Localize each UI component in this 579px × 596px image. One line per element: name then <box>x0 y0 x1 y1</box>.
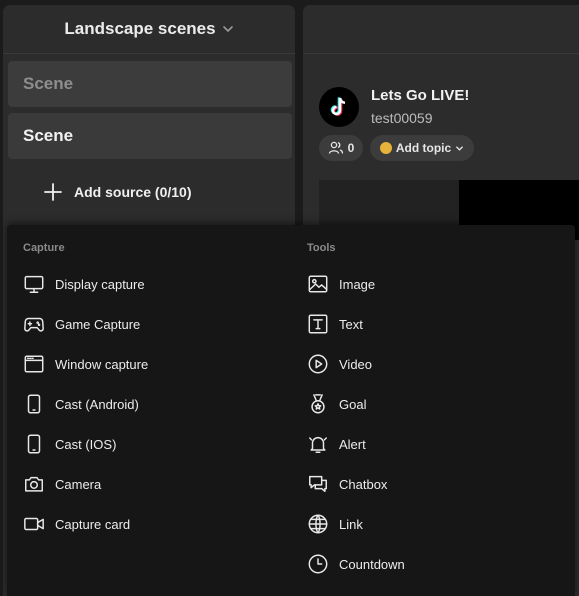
image-icon <box>308 275 328 293</box>
menu-item-label: Countdown <box>339 556 405 572</box>
window-icon <box>24 355 44 373</box>
scene-item-selected[interactable]: Scene <box>8 113 292 159</box>
menu-item-display-capture[interactable]: Display capture <box>23 269 273 299</box>
menu-item-chatbox[interactable]: Chatbox <box>307 469 557 499</box>
scene-item[interactable]: Scene <box>8 61 292 107</box>
camera-icon <box>25 476 43 492</box>
gamepad-icon <box>24 317 44 332</box>
menu-item-countdown[interactable]: Countdown <box>307 549 557 579</box>
menu-item-label: Chatbox <box>339 476 388 492</box>
menu-item-cast-ios[interactable]: Cast (IOS) <box>23 429 273 459</box>
stream-username: test00059 <box>371 110 433 126</box>
chevron-down-icon <box>456 145 464 151</box>
tools-section-label: Tools <box>307 242 336 254</box>
add-topic-button[interactable]: Add topic <box>370 135 474 161</box>
scene-item-label: Scene <box>23 74 74 93</box>
menu-item-label: Image <box>339 276 376 292</box>
viewer-count-badge[interactable]: 0 <box>319 135 363 161</box>
medal-icon <box>311 394 325 414</box>
menu-item-video[interactable]: Video <box>307 349 557 379</box>
globe-icon <box>308 514 328 534</box>
menu-item-alert[interactable]: Alert <box>307 429 557 459</box>
chevron-down-icon <box>222 26 233 33</box>
menu-item-link[interactable]: Link <box>307 509 557 539</box>
menu-item-cast-android[interactable]: Cast (Android) <box>23 389 273 419</box>
viewer-count: 0 <box>347 141 355 155</box>
menu-item-label: Video <box>339 356 373 372</box>
menu-item-label: Game Capture <box>55 316 141 332</box>
menu-item-window-capture[interactable]: Window capture <box>23 349 273 379</box>
menu-item-label: Link <box>339 516 363 532</box>
menu-item-text[interactable]: Text <box>307 309 557 339</box>
users-icon <box>328 141 343 154</box>
menu-item-label: Alert <box>339 436 366 452</box>
video-camera-icon <box>24 517 44 531</box>
add-source-label: Add source (0/10) <box>74 184 192 200</box>
menu-item-label: Capture card <box>55 516 131 532</box>
menu-item-label: Cast (IOS) <box>55 436 117 452</box>
add-source-menu: Capture Tools Display capture Game Captu… <box>7 225 575 596</box>
scenes-header-title: Landscape scenes <box>64 19 216 38</box>
menu-item-camera[interactable]: Camera <box>23 469 273 499</box>
tiktok-logo-icon <box>319 87 359 127</box>
monitor-icon <box>24 275 44 293</box>
play-circle-icon <box>308 354 328 374</box>
menu-item-label: Goal <box>339 396 367 412</box>
menu-item-label: Text <box>339 316 363 332</box>
phone-icon <box>27 434 41 454</box>
bell-icon <box>309 436 327 453</box>
capture-section-label: Capture <box>23 242 65 254</box>
plus-icon <box>44 183 62 201</box>
menu-item-goal[interactable]: Goal <box>307 389 557 419</box>
menu-item-capture-card[interactable]: Capture card <box>23 509 273 539</box>
scenes-dropdown[interactable]: Landscape scenes <box>3 5 295 54</box>
chat-icon <box>309 475 327 493</box>
menu-item-image[interactable]: Image <box>307 269 557 299</box>
scene-item-label: Scene <box>23 126 74 145</box>
phone-icon <box>27 394 41 414</box>
add-topic-label: Add topic <box>395 141 452 155</box>
live-panel-header <box>303 5 579 54</box>
text-icon <box>308 314 328 334</box>
menu-item-label: Display capture <box>55 276 145 292</box>
add-source-button[interactable]: Add source (0/10) <box>43 180 191 204</box>
menu-item-label: Cast (Android) <box>55 396 139 412</box>
clock-icon <box>308 554 328 574</box>
menu-item-label: Camera <box>55 476 102 492</box>
menu-item-game-capture[interactable]: Game Capture <box>23 309 273 339</box>
menu-item-label: Window capture <box>55 356 149 372</box>
stream-title: Lets Go LIVE! <box>371 87 470 104</box>
topic-emoji-icon <box>379 142 392 154</box>
